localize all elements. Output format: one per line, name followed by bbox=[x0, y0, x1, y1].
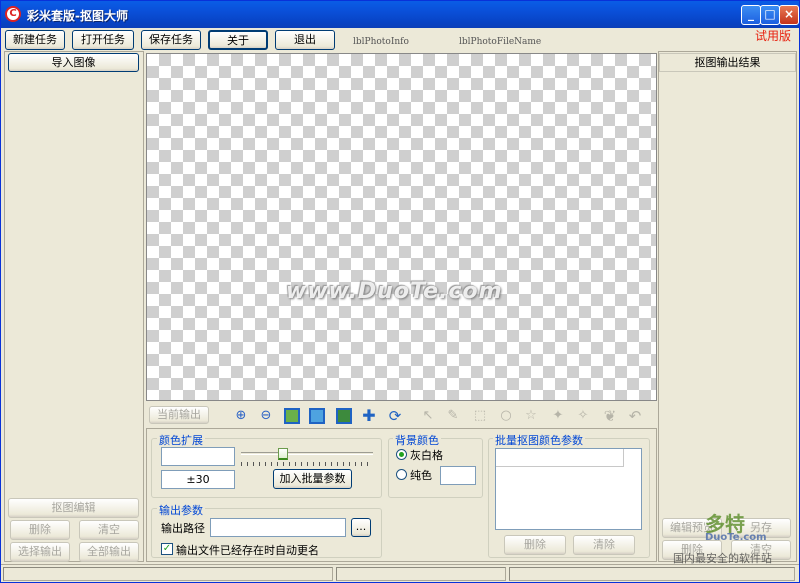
right-delete-button[interactable]: 删除 bbox=[662, 540, 722, 560]
all-output-button[interactable]: 全部输出 bbox=[79, 542, 139, 562]
batch-params-list[interactable] bbox=[495, 448, 642, 530]
batch-clear-button[interactable]: 清除 bbox=[573, 535, 635, 555]
output-results-title: 抠图输出结果 bbox=[659, 53, 796, 72]
solid-color-label: 纯色 bbox=[410, 469, 432, 482]
title-bar[interactable]: C 彩米套版-抠图大师 _ □ × bbox=[1, 1, 799, 28]
auto-rename-checkbox[interactable]: ✓ bbox=[161, 543, 173, 555]
left-delete-button[interactable]: 删除 bbox=[10, 520, 70, 540]
status-cell-1 bbox=[3, 567, 333, 581]
undo-icon[interactable]: ↶ bbox=[627, 408, 643, 424]
tolerance-value[interactable]: ±30 bbox=[161, 470, 235, 489]
trial-label: 试用版 bbox=[754, 29, 791, 43]
rect-select-icon[interactable]: ⬚ bbox=[472, 408, 488, 424]
about-button[interactable]: 关于 bbox=[208, 30, 268, 50]
solid-color-swatch[interactable] bbox=[440, 466, 476, 485]
fit-window-icon[interactable] bbox=[284, 408, 300, 424]
batch-list-header bbox=[496, 449, 624, 467]
app-logo-icon: C bbox=[5, 6, 21, 22]
polygon-icon[interactable]: ✦ bbox=[550, 408, 566, 424]
left-panel bbox=[4, 51, 144, 562]
window-title: 彩米套版-抠图大师 bbox=[27, 9, 128, 23]
slider-track bbox=[241, 452, 373, 455]
main-window: C 彩米套版-抠图大师 _ □ × 新建任务 打开任务 保存任务 关于 退出 l… bbox=[0, 0, 800, 583]
open-task-button[interactable]: 打开任务 bbox=[72, 30, 134, 50]
solid-color-radio[interactable] bbox=[396, 469, 407, 480]
circle-select-icon[interactable]: ○ bbox=[498, 408, 514, 424]
minimize-button[interactable]: _ bbox=[741, 5, 761, 25]
slider-ticks bbox=[241, 462, 373, 466]
photo-file-name-label: lblPhotoFileName bbox=[459, 37, 542, 47]
left-clear-button[interactable]: 清空 bbox=[79, 520, 139, 540]
right-panel bbox=[658, 51, 797, 562]
save-as-button[interactable]: 另存 bbox=[731, 518, 791, 538]
image-toolbar: 当前输出 ⊕ ⊖ ✚ ⟳ ↖ ✎ ⬚ ○ ☆ ✦ ✧ ❦ ↶ bbox=[146, 403, 657, 427]
maximize-button[interactable]: □ bbox=[760, 5, 780, 25]
output-params-title: 输出参数 bbox=[157, 502, 205, 518]
browse-button[interactable]: ... bbox=[351, 518, 371, 537]
zoom-in-icon[interactable]: ⊕ bbox=[233, 408, 249, 424]
image-icon[interactable] bbox=[336, 408, 352, 424]
exit-button[interactable]: 退出 bbox=[275, 30, 335, 50]
tolerance-slider[interactable] bbox=[241, 448, 373, 468]
output-path-input[interactable] bbox=[210, 518, 346, 537]
auto-rename-label: 输出文件已经存在时自动更名 bbox=[176, 544, 319, 557]
leaf-icon[interactable]: ❦ bbox=[602, 408, 618, 424]
slider-thumb[interactable] bbox=[278, 448, 288, 460]
right-clear-button[interactable]: 清空 bbox=[731, 540, 791, 560]
status-cell-2 bbox=[336, 567, 506, 581]
color-expand-title: 颜色扩展 bbox=[157, 432, 205, 448]
canvas-watermark: www.DuoTe.com bbox=[286, 279, 503, 304]
gray-grid-label: 灰白格 bbox=[410, 449, 443, 462]
close-button[interactable]: × bbox=[779, 5, 799, 25]
edit-preview-button[interactable]: 编辑预览 bbox=[662, 518, 722, 538]
gray-grid-radio[interactable] bbox=[396, 449, 407, 460]
background-color-title: 背景颜色 bbox=[393, 432, 441, 448]
zoom-out-icon[interactable]: ⊖ bbox=[258, 408, 274, 424]
batch-delete-button[interactable]: 删除 bbox=[504, 535, 566, 555]
batch-params-title: 批量抠图颜色参数 bbox=[493, 432, 585, 448]
pointer-icon[interactable]: ↖ bbox=[420, 408, 436, 424]
output-path-label: 输出路径 bbox=[161, 522, 205, 535]
status-bar bbox=[1, 564, 799, 582]
new-task-button[interactable]: 新建任务 bbox=[5, 30, 65, 50]
photo-info-label: lblPhotoInfo bbox=[353, 37, 409, 47]
status-cell-3 bbox=[509, 567, 795, 581]
image-canvas[interactable] bbox=[146, 53, 657, 401]
add-batch-params-button[interactable]: 加入批量参数 bbox=[273, 469, 352, 489]
move-icon[interactable]: ✚ bbox=[361, 408, 377, 424]
save-task-button[interactable]: 保存任务 bbox=[141, 30, 201, 50]
actual-size-icon[interactable] bbox=[309, 408, 325, 424]
import-image-button[interactable]: 导入图像 bbox=[8, 53, 139, 72]
edit-cutout-button[interactable]: 抠图编辑 bbox=[8, 498, 139, 518]
select-output-button[interactable]: 选择输出 bbox=[10, 542, 70, 562]
color-expand-input[interactable] bbox=[161, 447, 235, 466]
lasso-icon[interactable]: ☆ bbox=[523, 408, 539, 424]
magic-wand-icon[interactable]: ✧ bbox=[575, 408, 591, 424]
current-output-button[interactable]: 当前输出 bbox=[149, 406, 209, 424]
rotate-icon[interactable]: ⟳ bbox=[387, 408, 403, 424]
brush-icon[interactable]: ✎ bbox=[445, 408, 461, 424]
